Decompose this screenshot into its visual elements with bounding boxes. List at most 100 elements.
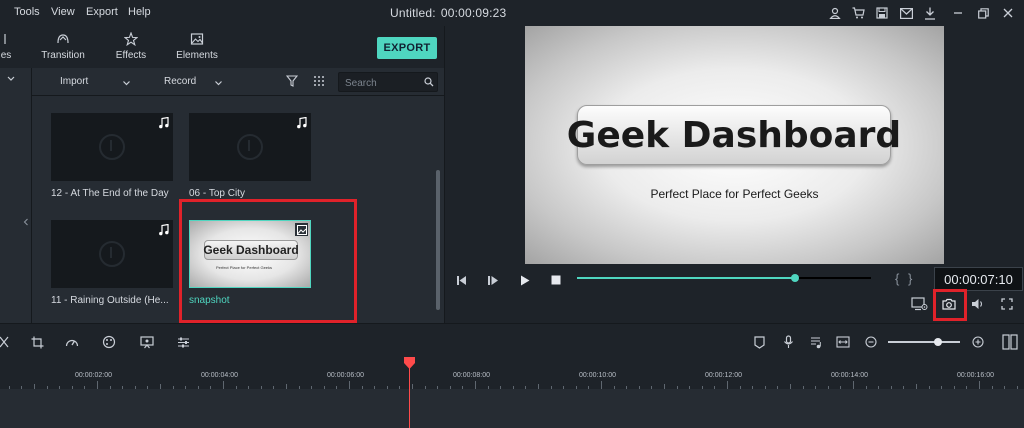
- speed-icon[interactable]: [64, 334, 80, 350]
- transition-icon: [38, 32, 88, 48]
- menu-tools[interactable]: Tools: [14, 6, 40, 18]
- download-icon[interactable]: [922, 5, 938, 21]
- import-dropdown-icon[interactable]: [122, 78, 131, 90]
- account-icon[interactable]: [827, 5, 843, 21]
- save-icon[interactable]: [874, 5, 890, 21]
- preview-tagline: Perfect Place for Perfect Geeks: [650, 187, 819, 201]
- camera-highlight: [933, 289, 967, 321]
- menu-help[interactable]: Help: [128, 6, 151, 18]
- zoom-in-icon[interactable]: [970, 334, 986, 350]
- media-item-label: 11 - Raining Outside (He...: [51, 295, 169, 306]
- track-view-icon[interactable]: [1000, 334, 1020, 350]
- volume-icon[interactable]: [969, 296, 987, 312]
- ruler-tick: [223, 381, 224, 389]
- tab-effects[interactable]: Effects: [112, 31, 150, 66]
- mark-in-button[interactable]: {: [895, 271, 899, 286]
- menu-view[interactable]: View: [51, 6, 75, 18]
- tab-bar: es Transition Effects Elements EXPORT: [0, 26, 444, 68]
- audio-thumbnail: [51, 113, 173, 181]
- ruler-tick: [979, 381, 980, 389]
- mail-icon[interactable]: [898, 5, 914, 21]
- ruler-tick: [727, 381, 728, 389]
- ruler-tick: [601, 381, 602, 389]
- ruler-label: 00:00:12:00: [705, 372, 742, 379]
- elements-icon: [174, 32, 220, 48]
- project-duration: 00:00:09:23: [440, 6, 507, 20]
- play-icon[interactable]: [517, 272, 533, 288]
- playhead[interactable]: [409, 365, 410, 428]
- tab-effects-label: Effects: [115, 50, 147, 61]
- media-sidebar: [0, 68, 32, 323]
- ruler-label: 00:00:08:00: [453, 372, 490, 379]
- playback-progress[interactable]: [577, 274, 871, 282]
- ruler-label: 00:00:02:00: [75, 372, 112, 379]
- crop-icon[interactable]: [29, 334, 45, 350]
- tab-transition[interactable]: Transition: [38, 32, 88, 66]
- menu-export[interactable]: Export: [86, 6, 118, 18]
- timeline-tracks[interactable]: [0, 389, 1024, 428]
- record-dropdown-icon[interactable]: [214, 78, 223, 90]
- ruler-label: 00:00:06:00: [327, 372, 364, 379]
- search-icon[interactable]: [424, 77, 434, 90]
- progress-fill: [577, 277, 795, 279]
- playhead-handle-icon[interactable]: [404, 357, 415, 369]
- tab-elements[interactable]: Elements: [174, 32, 220, 66]
- search-input[interactable]: [345, 76, 423, 90]
- record-menu[interactable]: Record: [164, 76, 196, 87]
- media-item-label: 12 - At The End of the Day: [51, 188, 169, 199]
- ruler-label: 00:00:14:00: [831, 372, 868, 379]
- ruler-label: 00:00:04:00: [201, 372, 238, 379]
- minimize-icon[interactable]: [950, 5, 966, 21]
- tab-media[interactable]: es: [0, 32, 16, 66]
- preview-title: Geek Dashboard: [567, 105, 901, 165]
- step-forward-icon[interactable]: [485, 272, 501, 288]
- cut-icon[interactable]: [0, 334, 12, 350]
- zoom-out-icon[interactable]: [863, 334, 879, 350]
- filter-icon[interactable]: [285, 75, 299, 90]
- export-button[interactable]: EXPORT: [377, 37, 437, 59]
- folder-icon: [0, 32, 16, 48]
- music-disc-icon: [237, 134, 263, 160]
- ruler-tick: [853, 381, 854, 389]
- voiceover-icon[interactable]: [808, 334, 824, 350]
- color-icon[interactable]: [101, 334, 117, 350]
- mark-out-button[interactable]: }: [908, 271, 912, 286]
- effects-icon: [112, 31, 150, 48]
- ruler-label: 00:00:10:00: [579, 372, 616, 379]
- zoom-slider[interactable]: [888, 338, 960, 346]
- audio-thumbnail: [51, 220, 173, 288]
- fullscreen-icon[interactable]: [998, 296, 1016, 312]
- close-icon[interactable]: [1000, 5, 1016, 21]
- search-box: [338, 72, 438, 92]
- media-scrollbar[interactable]: [436, 170, 440, 310]
- stop-icon[interactable]: [548, 272, 564, 288]
- adjust-icon[interactable]: [175, 334, 191, 350]
- music-note-icon: [294, 116, 308, 130]
- green-screen-icon[interactable]: [139, 334, 155, 350]
- project-name: Untitled:: [390, 6, 436, 20]
- media-item-label: 06 - Top City: [189, 188, 245, 199]
- marker-icon[interactable]: [751, 334, 767, 350]
- fit-timeline-icon[interactable]: [835, 334, 851, 350]
- media-toolbar: Import Record: [32, 68, 444, 96]
- grid-view-icon[interactable]: [313, 75, 325, 90]
- timeline-ruler[interactable]: 00:00:02:00 00:00:04:00 00:00:06:00 00:00:0…: [0, 359, 1024, 389]
- music-disc-icon: [99, 241, 125, 267]
- render-preview-icon[interactable]: [910, 296, 928, 312]
- progress-handle[interactable]: [790, 274, 799, 282]
- preview-panel: Geek Dashboard Perfect Place for Perfect…: [444, 26, 1024, 323]
- collapse-sidebar-icon[interactable]: [23, 218, 29, 229]
- import-menu[interactable]: Import: [60, 76, 88, 87]
- ruler-tick: [475, 381, 476, 389]
- tab-transition-label: Transition: [41, 50, 85, 61]
- cart-icon[interactable]: [850, 5, 866, 21]
- zoom-slider-handle[interactable]: [934, 338, 943, 346]
- music-note-icon: [156, 116, 170, 130]
- chevron-down-icon[interactable]: [6, 74, 16, 86]
- skip-back-icon[interactable]: [454, 272, 470, 288]
- music-note-icon: [156, 223, 170, 237]
- microphone-icon[interactable]: [780, 334, 796, 350]
- ruler-label: 00:00:16:00: [957, 372, 994, 379]
- window-title: Untitled: 00:00:09:23: [390, 6, 506, 20]
- restore-icon[interactable]: [975, 5, 991, 21]
